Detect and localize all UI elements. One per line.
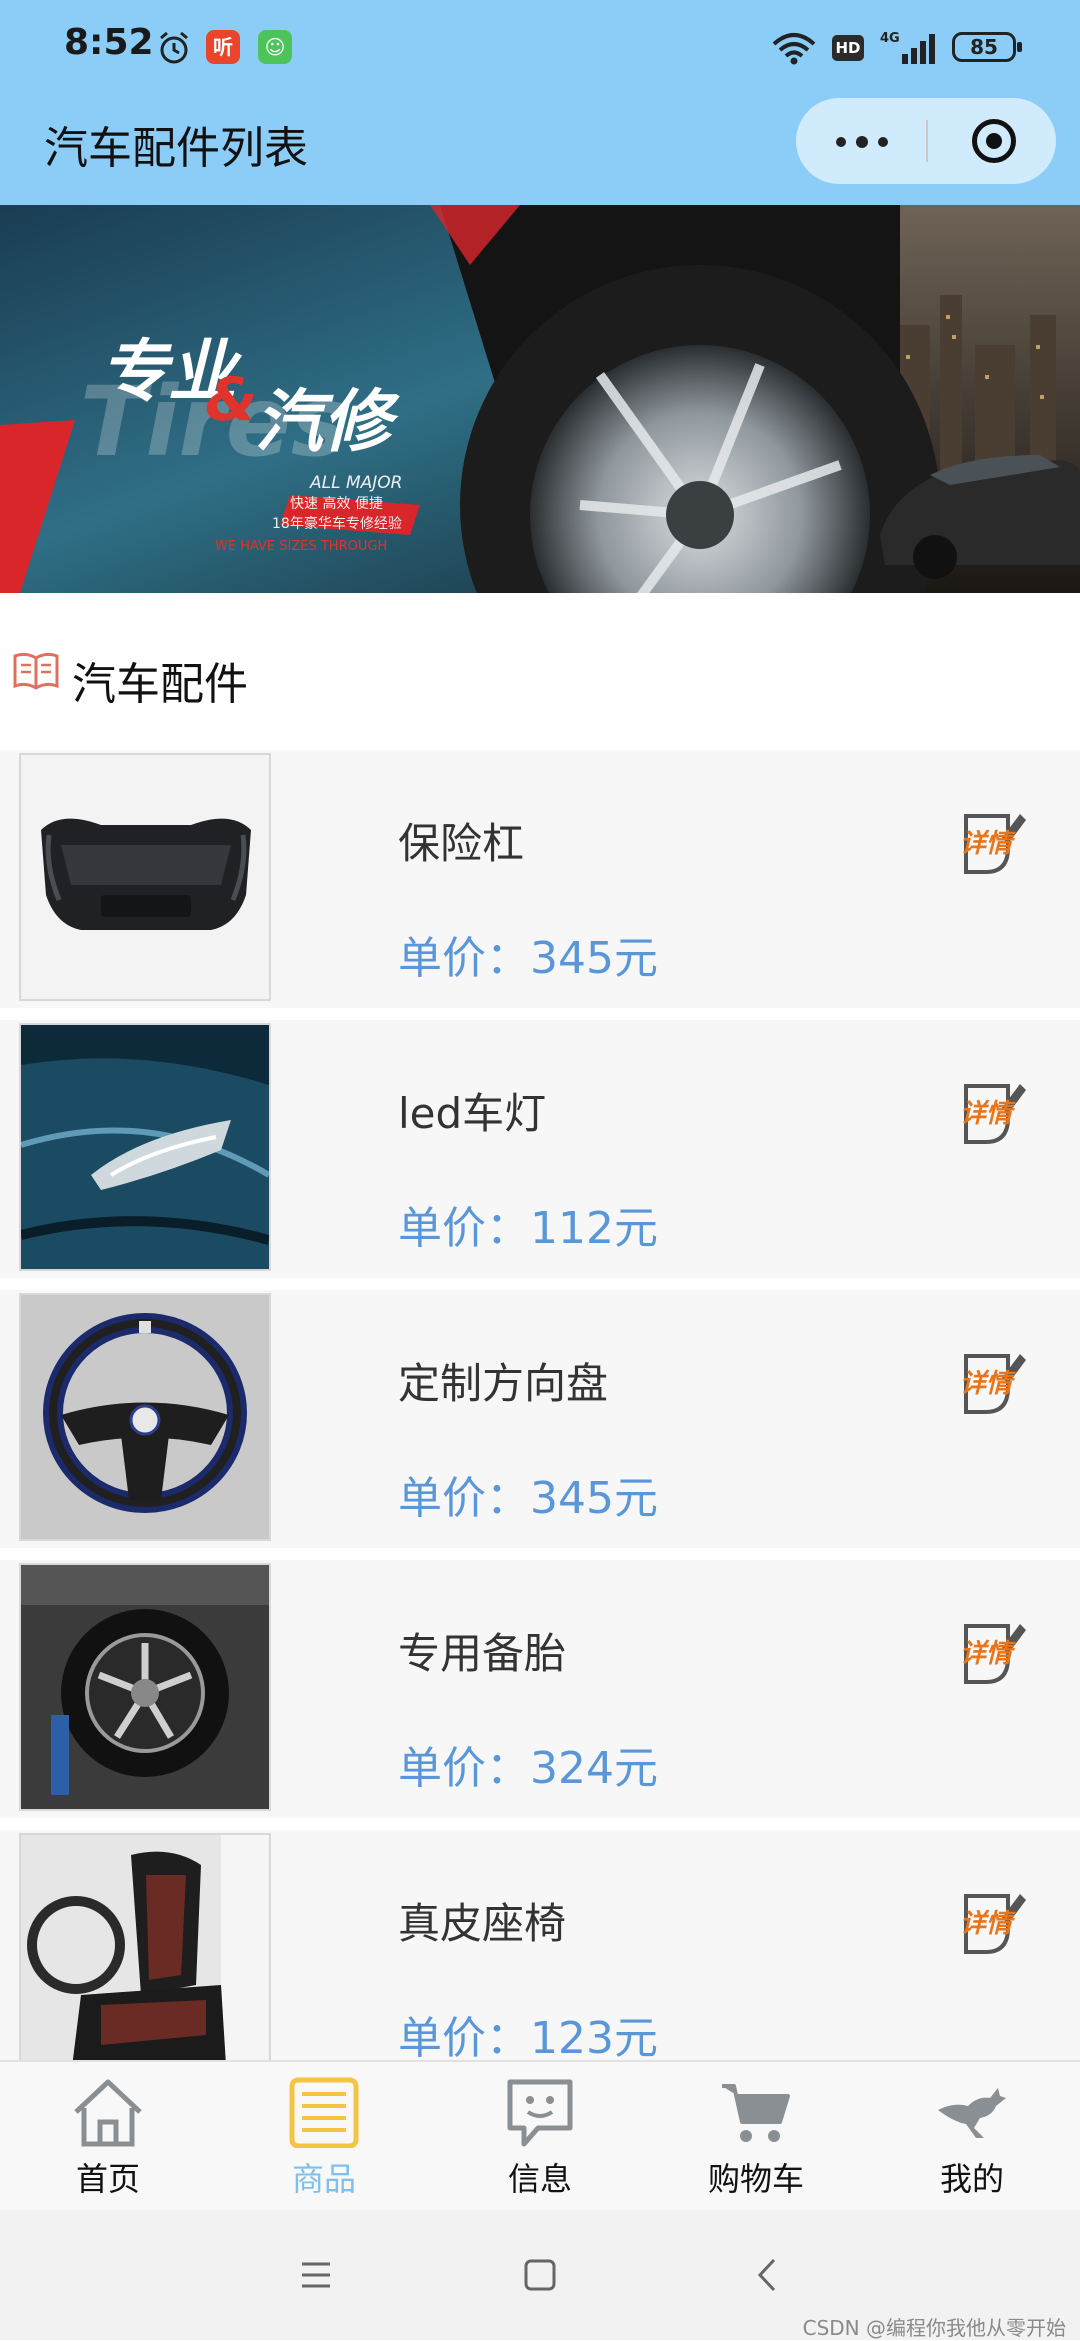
svg-text:详情: 详情 xyxy=(960,829,1016,859)
svg-text:详情: 详情 xyxy=(960,1099,1016,1129)
kangaroo-icon xyxy=(938,2088,1006,2138)
tab-mine[interactable]: 我的 xyxy=(864,2062,1080,2210)
product-price: 单价：345元 xyxy=(398,1473,658,1524)
product-item[interactable]: led车灯 单价：112元 详情 xyxy=(0,1020,1080,1278)
product-thumbnail-bumper[interactable] xyxy=(19,753,271,1001)
section-header: 汽车配件 xyxy=(0,600,1080,750)
more-menu-button[interactable] xyxy=(796,98,926,184)
product-name: led车灯 xyxy=(398,1089,547,1138)
detail-icon[interactable]: 详情 xyxy=(958,1348,1030,1420)
tab-label: 商品 xyxy=(291,2160,356,2198)
bottom-tab-bar: 首页 商品 信息 购物车 我的 xyxy=(0,2060,1080,2210)
miniprogram-capsule xyxy=(796,98,1056,184)
product-thumbnail-leather-seat[interactable] xyxy=(19,1833,271,2060)
section-title: 汽车配件 xyxy=(72,659,248,710)
svg-text:详情: 详情 xyxy=(960,1369,1016,1399)
wifi-icon xyxy=(772,33,816,65)
product-price: 单价：345元 xyxy=(398,933,658,984)
banner-sub-years: 18年豪华车专修经验 xyxy=(272,515,402,532)
listen-app-icon: 听 xyxy=(206,30,240,64)
banner-ampersand: & xyxy=(205,365,257,435)
tab-label: 购物车 xyxy=(707,2160,804,2198)
status-time: 8:52 xyxy=(64,22,154,63)
system-navigation-bar: CSDN @编程你我他从零开始 xyxy=(0,2210,1080,2340)
product-item[interactable]: 定制方向盘 单价：345元 详情 xyxy=(0,1290,1080,1548)
product-price: 单价：324元 xyxy=(398,1743,658,1794)
tab-products[interactable]: 商品 xyxy=(216,2062,432,2210)
detail-icon[interactable]: 详情 xyxy=(958,1888,1030,1960)
close-miniprogram-button[interactable] xyxy=(928,98,1056,184)
product-item[interactable]: 真皮座椅 单价：123元 详情 xyxy=(0,1830,1080,2060)
app-header: 8:52 听 ☺ HD 4G 85 汽车配件列表 xyxy=(0,0,1080,205)
cart-icon xyxy=(722,2084,790,2142)
product-thumbnail-steering-wheel[interactable] xyxy=(19,1293,271,1541)
promo-banner[interactable]: Tires 专业 & 汽修 ALL MAJOR 快速 高效 便捷 18年豪华车专… xyxy=(0,205,1080,593)
detail-icon[interactable]: 详情 xyxy=(958,1078,1030,1150)
page-title: 汽车配件列表 xyxy=(44,123,308,174)
tab-messages[interactable]: 信息 xyxy=(432,2062,648,2210)
banner-sub-en: ALL MAJOR xyxy=(309,473,402,493)
battery-indicator: 85 xyxy=(952,32,1022,62)
banner-sub-en2: WE HAVE SIZES THROUGH xyxy=(215,539,387,554)
product-name: 定制方向盘 xyxy=(398,1359,609,1408)
message-icon xyxy=(507,2079,573,2147)
alarm-icon xyxy=(160,31,188,64)
svg-text:4G: 4G xyxy=(880,31,900,46)
product-price: 单价：112元 xyxy=(398,1203,658,1254)
robot-app-icon: ☺ xyxy=(258,30,292,64)
book-icon xyxy=(13,652,59,690)
watermark: CSDN @编程你我他从零开始 xyxy=(802,2316,1066,2340)
tab-home[interactable]: 首页 xyxy=(0,2062,216,2210)
detail-icon[interactable]: 详情 xyxy=(958,808,1030,880)
hd-badge: HD xyxy=(832,35,864,61)
detail-icon[interactable]: 详情 xyxy=(958,1618,1030,1690)
svg-text:详情: 详情 xyxy=(960,1639,1016,1669)
product-name: 真皮座椅 xyxy=(398,1899,567,1948)
product-price: 单价：123元 xyxy=(398,2013,658,2060)
tab-label: 首页 xyxy=(75,2160,140,2198)
product-list[interactable]: 保险杠 单价：345元 详情 led车灯 单价：112元 详情 定制方向盘 单价… xyxy=(0,750,1080,2060)
product-item[interactable]: 保险杠 单价：345元 详情 xyxy=(0,750,1080,1008)
product-thumbnail-headlight[interactable] xyxy=(19,1023,271,1271)
product-name: 专用备胎 xyxy=(398,1629,567,1678)
banner-image: Tires 专业 & 汽修 ALL MAJOR 快速 高效 便捷 18年豪华车专… xyxy=(0,205,1080,593)
home-nav-icon[interactable] xyxy=(510,2250,570,2300)
product-name: 保险杠 xyxy=(398,819,525,868)
home-icon xyxy=(74,2079,142,2147)
banner-sub-cn: 快速 高效 便捷 xyxy=(290,495,383,512)
product-item[interactable]: 专用备胎 单价：324元 详情 xyxy=(0,1560,1080,1818)
list-icon xyxy=(289,2077,359,2148)
back-icon[interactable] xyxy=(738,2250,798,2300)
signal-icon: 4G xyxy=(880,31,935,64)
product-thumbnail-spare-tire[interactable] xyxy=(19,1563,271,1811)
status-bar: 8:52 听 ☺ HD 4G 85 xyxy=(0,0,1080,95)
tab-cart[interactable]: 购物车 xyxy=(648,2062,864,2210)
tab-label: 我的 xyxy=(939,2160,1004,2198)
tab-label: 信息 xyxy=(507,2160,572,2198)
svg-text:详情: 详情 xyxy=(960,1909,1016,1939)
banner-headline-2: 汽修 xyxy=(255,383,400,462)
recent-apps-icon[interactable] xyxy=(286,2250,346,2300)
